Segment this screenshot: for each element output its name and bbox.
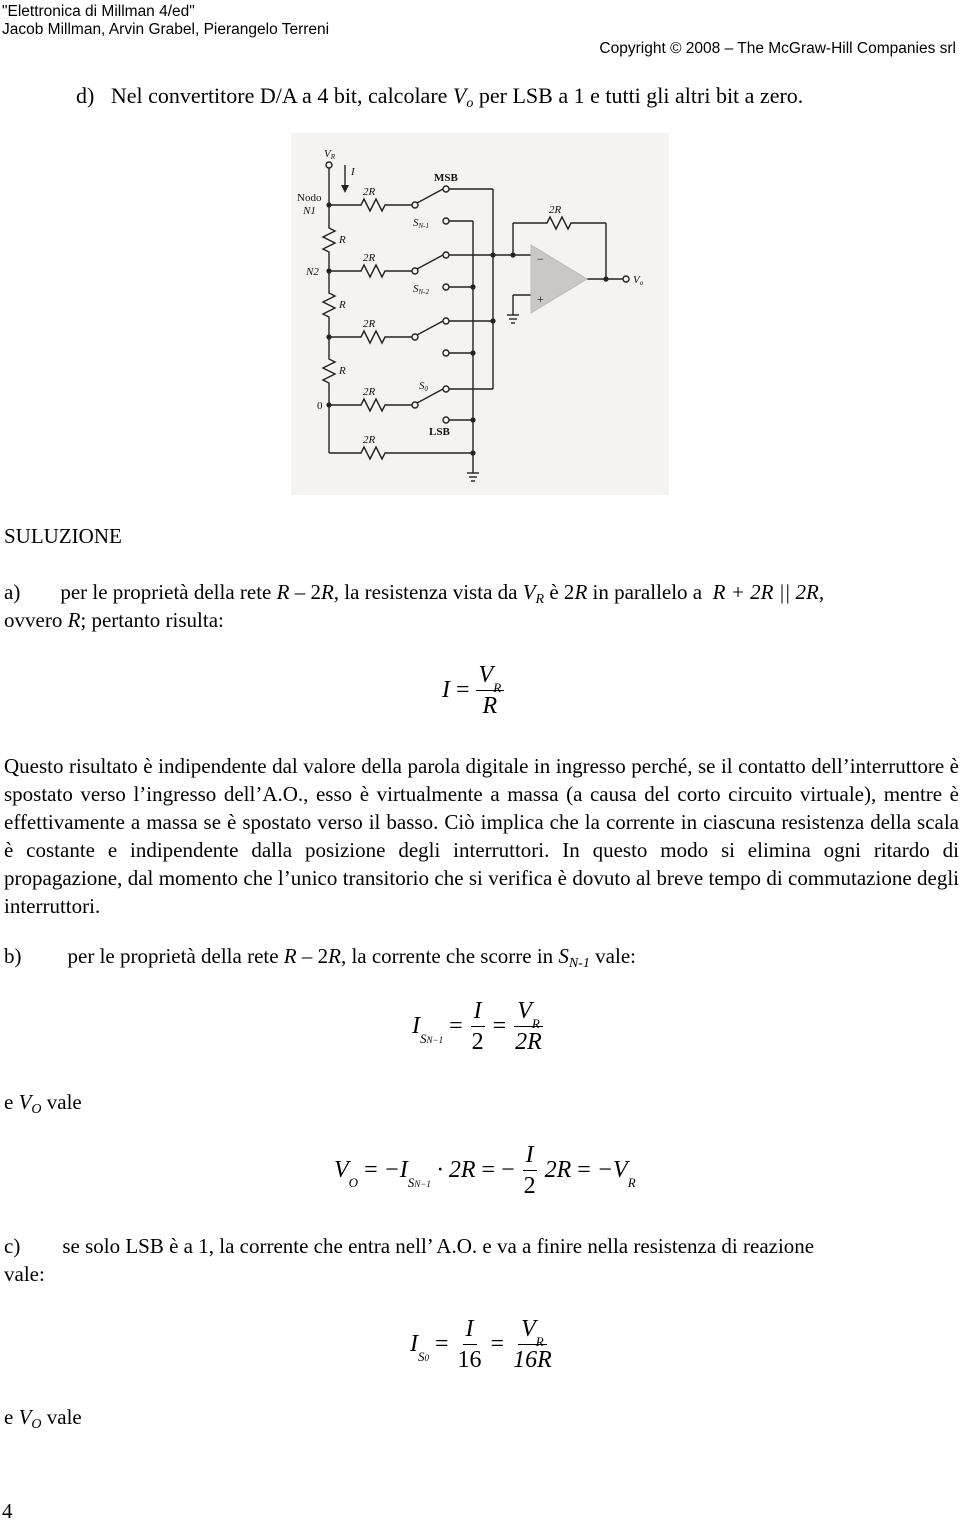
question-label: d) xyxy=(76,83,95,108)
question-d: d) Nel convertitore D/A a 4 bit, calcola… xyxy=(76,83,804,111)
equation-isn1: ISN−1 = I2 = VR 2R xyxy=(412,998,543,1055)
current-label: I xyxy=(350,166,356,178)
resistor-r-2 xyxy=(321,289,337,323)
lsb-label: LSB xyxy=(429,426,450,438)
svg-text:+: + xyxy=(537,292,544,306)
r2r-ladder-schematic: VR I Nodo N1 N2 0 R R R 2R 2R 2R 2R 2R 2… xyxy=(297,148,644,482)
equation-current-i: I = VR R xyxy=(442,660,505,721)
svg-text:2R: 2R xyxy=(363,386,376,398)
solution-heading: SULUZIONE xyxy=(4,524,122,548)
nodo-label: Nodo xyxy=(297,192,322,204)
vo-intro-b: e VO vale xyxy=(4,1090,82,1117)
part-a-line1: a) per le proprietà della rete R – 2R, la… xyxy=(4,580,825,607)
svg-text:−: − xyxy=(537,252,544,266)
resistor-2r-3 xyxy=(356,329,391,345)
resistor-2r-1 xyxy=(356,197,391,213)
part-a-line2: ovvero R; pertanto risulta: xyxy=(4,608,224,632)
svg-text:2R: 2R xyxy=(363,252,376,264)
book-authors: Jacob Millman, Arvin Grabel, Pierangelo … xyxy=(2,21,330,38)
svg-text:SN-2: SN-2 xyxy=(413,283,430,296)
resistor-r-1 xyxy=(321,223,337,258)
resistor-2r-bottom xyxy=(356,445,391,461)
resistor-2r-4 xyxy=(356,397,391,413)
msb-label: MSB xyxy=(434,172,459,184)
parallel-expression: R + 2R || 2R xyxy=(712,580,819,604)
part-c-text2: vale: xyxy=(4,1262,45,1286)
resistor-feedback-2r xyxy=(541,215,577,231)
part-b-text: b) per le proprietà della rete R – 2R, la… xyxy=(4,944,636,971)
svg-text:R: R xyxy=(338,299,346,311)
svg-text:2R: 2R xyxy=(549,204,562,216)
zero-label: 0 xyxy=(317,400,323,412)
n2-label: N2 xyxy=(305,266,319,278)
vr-terminal xyxy=(325,161,333,169)
svg-text:2R: 2R xyxy=(363,186,376,198)
dac-circuit-figure: VR I Nodo N1 N2 0 R R R 2R 2R 2R 2R 2R 2… xyxy=(291,133,669,495)
vo-label: Vo xyxy=(633,274,644,287)
equation-vo-b: VO = −ISN−1 · 2R = − I2 2R = −VR xyxy=(334,1142,636,1199)
explanation-paragraph: Questo risultato è indipendente dal valo… xyxy=(4,754,959,918)
svg-text:SN-1: SN-1 xyxy=(413,217,429,230)
page-number: 4 xyxy=(2,1499,13,1523)
equation-is0: IS0 = I 16 = VR 16R xyxy=(410,1316,552,1373)
resistor-2r-2 xyxy=(356,263,391,279)
part-c-text: c) se solo LSB è a 1, la corrente che ent… xyxy=(4,1234,815,1258)
resistor-r-3 xyxy=(321,355,337,389)
vr-label: VR xyxy=(324,148,336,161)
n1-label: N1 xyxy=(302,205,316,217)
svg-text:R: R xyxy=(338,234,346,246)
svg-text:2R: 2R xyxy=(363,434,376,446)
book-title: "Elettronica di Millman 4/ed" xyxy=(2,3,195,20)
copyright-notice: Copyright © 2008 – The McGraw-Hill Compa… xyxy=(599,40,956,57)
svg-text:2R: 2R xyxy=(363,318,376,330)
svg-text:R: R xyxy=(338,365,346,377)
vo-intro-c: e VO vale xyxy=(4,1405,82,1432)
svg-text:S0: S0 xyxy=(419,380,429,393)
